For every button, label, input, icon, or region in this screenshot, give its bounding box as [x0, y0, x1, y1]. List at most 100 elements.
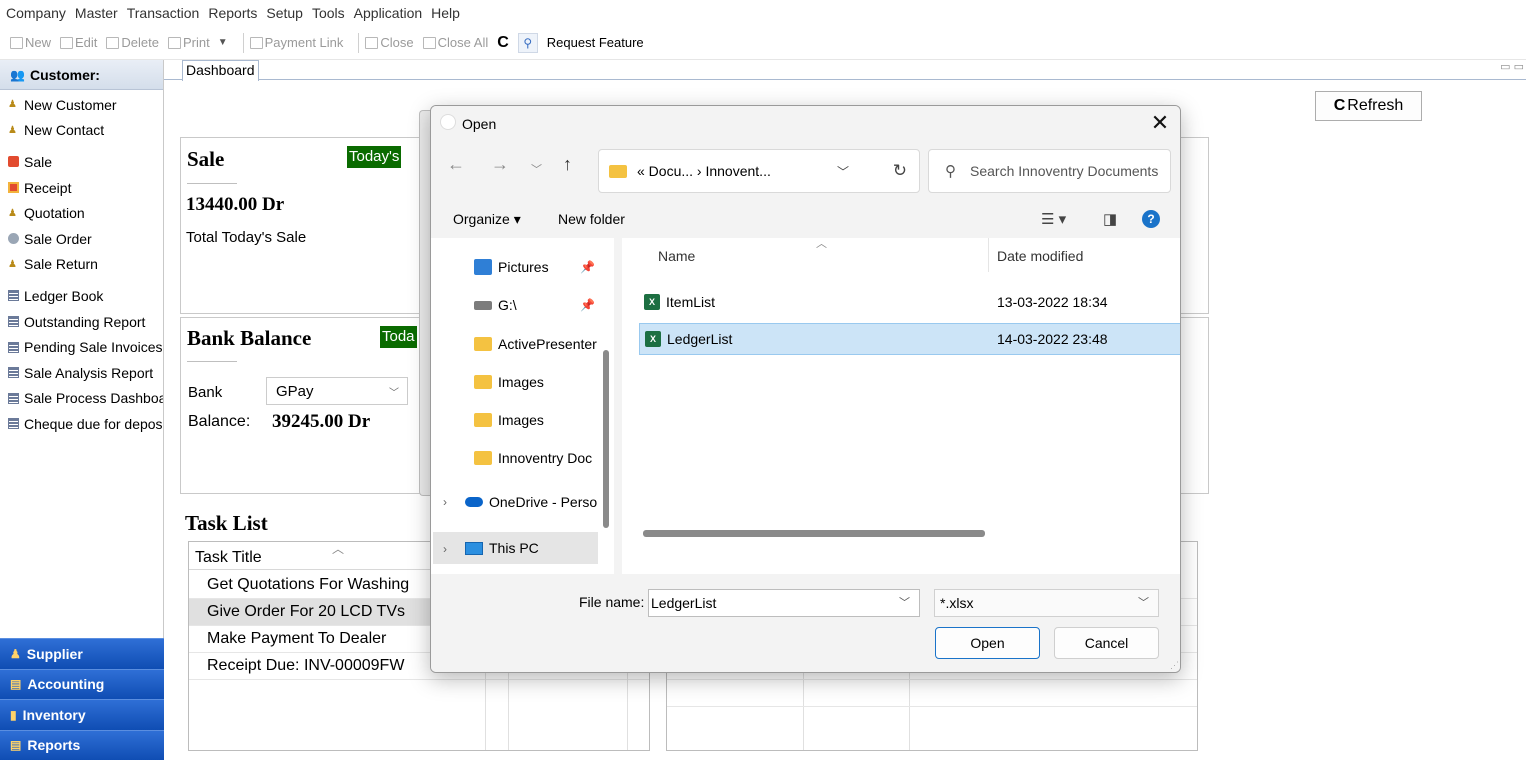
- file-name-field[interactable]: LedgerList ﹀: [648, 589, 920, 617]
- sidebar-item-pending-sale-invoices[interactable]: Pending Sale Invoices: [0, 334, 163, 360]
- payment-link-button[interactable]: Payment Link: [249, 35, 343, 50]
- file-row-ledgerlist[interactable]: X LedgerList 14-03-2022 23:48: [639, 323, 1180, 355]
- chevron-down-icon[interactable]: ﹀: [899, 590, 910, 616]
- search-input[interactable]: ⚲ Search Innoventry Documents: [928, 149, 1171, 193]
- refresh-toolbar-button[interactable]: C: [497, 34, 509, 52]
- nav-item-activepresenter[interactable]: ActivePresenter: [474, 330, 597, 358]
- delete-button[interactable]: Delete: [106, 35, 159, 50]
- delete-icon: [106, 36, 120, 49]
- organize-button[interactable]: Organize ▾: [453, 211, 521, 228]
- sidebar: 👥 Customer: ♟ New Customer ♟ New Contact Sa…: [0, 60, 164, 760]
- search-icon: ⚲: [945, 163, 956, 180]
- sidebar-item-new-customer[interactable]: ♟ New Customer: [0, 92, 163, 118]
- accounting-icon: ▤: [10, 677, 22, 692]
- expand-chevron-icon[interactable]: ›: [443, 495, 447, 509]
- nav-item-pictures[interactable]: Pictures 📌: [474, 253, 595, 281]
- nav-item-onedrive[interactable]: OneDrive - Perso: [465, 488, 597, 516]
- sidebar-item-receipt[interactable]: Receipt: [0, 175, 163, 201]
- refresh-icon: C: [497, 33, 509, 51]
- folder-icon: [474, 337, 492, 351]
- sale-order-icon: [8, 233, 19, 245]
- sidebar-item-sale-return[interactable]: ♟ Sale Return: [0, 252, 163, 278]
- column-name[interactable]: Name: [658, 248, 695, 264]
- sale-today-badge: Today's: [347, 146, 402, 168]
- back-arrow-icon[interactable]: ←: [447, 154, 465, 175]
- menu-transaction[interactable]: Transaction: [127, 5, 200, 21]
- menu-master[interactable]: Master: [75, 5, 118, 21]
- request-feature-button[interactable]: Request Feature: [547, 35, 644, 50]
- menu-reports[interactable]: Reports: [208, 5, 257, 21]
- nav-item-images-2[interactable]: Images: [474, 406, 544, 434]
- task-list-title: Task List: [185, 511, 268, 535]
- menu-application[interactable]: Application: [354, 5, 423, 21]
- tab-dashboard[interactable]: Dashboard: [182, 60, 259, 81]
- horizontal-scrollbar[interactable]: [643, 530, 985, 537]
- close-tab-icon: [365, 36, 379, 49]
- sidebar-category-reports[interactable]: ▤ Reports: [0, 729, 164, 760]
- close-icon[interactable]: ✕: [1148, 110, 1172, 136]
- sidebar-item-sale[interactable]: Sale: [0, 149, 163, 175]
- file-row-itemlist[interactable]: X ItemList 13-03-2022 18:34: [639, 286, 1180, 318]
- column-date-modified[interactable]: Date modified: [997, 248, 1083, 264]
- sidebar-category-inventory[interactable]: ▮ Inventory: [0, 699, 164, 730]
- edit-icon: [60, 36, 74, 49]
- chevron-down-icon[interactable]: ﹀: [837, 163, 849, 180]
- sidebar-item-new-contact[interactable]: ♟ New Contact: [0, 118, 163, 144]
- new-folder-button[interactable]: New folder: [558, 211, 625, 227]
- preview-pane-icon[interactable]: ◨: [1103, 210, 1117, 228]
- open-file-dialog: Open ✕ ← → ﹀ ↑ « Docu... › Innovent... ﹀…: [430, 105, 1181, 673]
- close-button[interactable]: Close: [365, 35, 414, 50]
- dialog-title: Open: [462, 116, 497, 132]
- sidebar-item-quotation[interactable]: ♟ Quotation: [0, 200, 163, 226]
- menu-company[interactable]: Company: [6, 5, 66, 21]
- report-icon: [8, 316, 19, 328]
- up-arrow-icon[interactable]: ↑: [563, 154, 572, 175]
- address-path: « Docu... › Innovent...: [637, 163, 771, 179]
- sidebar-item-sale-process-dashboard[interactable]: Sale Process Dashboard: [0, 386, 163, 412]
- sidebar-item-cheque-due[interactable]: Cheque due for deposit: [0, 411, 163, 437]
- toolbar: New Edit Delete Print ▼ Payment Link Clos…: [0, 26, 1526, 60]
- close-all-button[interactable]: Close All: [422, 35, 488, 50]
- nav-item-this-pc[interactable]: This PC: [465, 534, 539, 562]
- receipt-icon: [8, 182, 19, 194]
- task-title-column[interactable]: Task Title: [195, 549, 262, 567]
- sidebar-item-sale-analysis-report[interactable]: Sale Analysis Report: [0, 360, 163, 386]
- chevron-down-icon[interactable]: ▼: [218, 37, 228, 48]
- address-bar[interactable]: « Docu... › Innovent... ﹀ ↻: [598, 149, 920, 193]
- window-buttons[interactable]: ▭ ▭: [1500, 60, 1524, 73]
- print-button[interactable]: Print ▼: [168, 35, 228, 50]
- view-options-icon[interactable]: ☰ ▾: [1041, 210, 1066, 228]
- search-toolbar-button[interactable]: ⚲: [517, 32, 538, 53]
- pictures-icon: [474, 259, 492, 275]
- nav-scrollbar[interactable]: [603, 350, 609, 528]
- open-button[interactable]: Open: [935, 627, 1040, 659]
- nav-item-innoventry-docs[interactable]: Innoventry Doc: [474, 444, 592, 472]
- bank-today-badge: Toda: [380, 326, 417, 348]
- sidebar-header[interactable]: 👥 Customer:: [0, 60, 163, 90]
- help-icon[interactable]: ?: [1142, 210, 1160, 228]
- column-divider[interactable]: [988, 238, 989, 272]
- resize-grip-icon[interactable]: ⋰: [1170, 660, 1179, 671]
- nav-item-g-drive[interactable]: G:\ 📌: [474, 291, 595, 319]
- cancel-button[interactable]: Cancel: [1054, 627, 1159, 659]
- bank-select[interactable]: GPay ﹀: [266, 377, 408, 405]
- balance-value: 39245.00 Dr: [272, 411, 371, 432]
- sidebar-item-sale-order[interactable]: Sale Order: [0, 226, 163, 252]
- sidebar-category-accounting[interactable]: ▤ Accounting: [0, 668, 164, 699]
- new-button[interactable]: New: [10, 35, 51, 50]
- recent-chevron-icon[interactable]: ﹀: [531, 161, 542, 177]
- refresh-button[interactable]: C Refresh: [1315, 91, 1422, 121]
- expand-chevron-icon[interactable]: ›: [443, 542, 447, 556]
- menu-help[interactable]: Help: [431, 5, 460, 21]
- menu-tools[interactable]: Tools: [312, 5, 345, 21]
- nav-item-images[interactable]: Images: [474, 368, 544, 396]
- file-type-select[interactable]: *.xlsx ﹀: [934, 589, 1159, 617]
- sidebar-item-outstanding-report[interactable]: Outstanding Report: [0, 309, 163, 335]
- menu-setup[interactable]: Setup: [266, 5, 303, 21]
- edit-button[interactable]: Edit: [60, 35, 97, 50]
- sidebar-item-ledger-book[interactable]: Ledger Book: [0, 283, 163, 309]
- forward-arrow-icon[interactable]: →: [491, 154, 509, 175]
- onedrive-icon: [465, 497, 483, 507]
- sidebar-category-supplier[interactable]: ♟ Supplier: [0, 638, 164, 669]
- refresh-icon[interactable]: ↻: [893, 161, 907, 181]
